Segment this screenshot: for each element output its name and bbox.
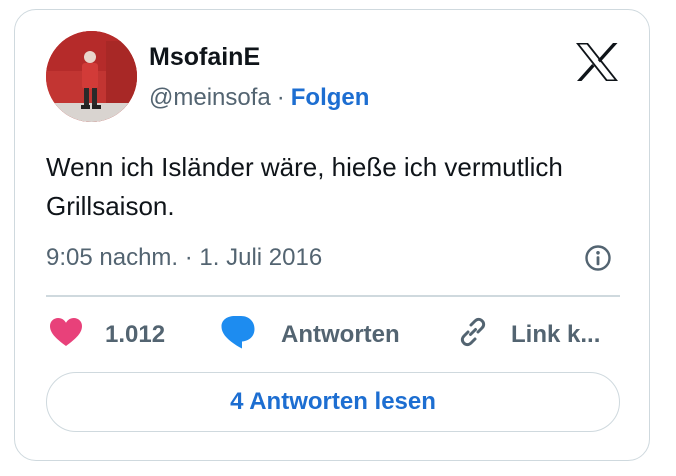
x-logo-icon[interactable] (575, 42, 619, 82)
follow-link[interactable]: Folgen (291, 84, 370, 111)
tweet-text: Wenn ich Isländer wäre, hieße ich vermut… (46, 152, 563, 221)
avatar-image (46, 31, 137, 122)
info-icon[interactable] (583, 243, 613, 273)
link-icon (455, 314, 491, 357)
tweet-card: MsofainE @meinsofa · Folgen Wenn ich Islän… (14, 9, 650, 461)
author-handle[interactable]: @meinsofa (149, 84, 271, 111)
like-count: 1.012 (105, 321, 166, 348)
heart-icon (49, 317, 83, 354)
reply-label: Antworten (281, 321, 400, 348)
speech-bubble-icon (220, 314, 256, 357)
reply-button[interactable]: Antworten (220, 315, 400, 355)
read-replies-label: 4 Antworten lesen (230, 388, 436, 415)
author-handle-row: @meinsofa · Folgen (149, 83, 369, 113)
copy-link-button[interactable]: Link k... (455, 315, 600, 355)
copy-link-label: Link k... (511, 321, 601, 348)
read-replies-button[interactable]: 4 Antworten lesen (46, 372, 620, 432)
avatar[interactable] (46, 31, 137, 122)
like-button[interactable]: 1.012 (49, 315, 165, 355)
divider (46, 295, 620, 297)
separator-dot: · (276, 84, 285, 111)
tweet-timestamp[interactable]: 9:05 nachm. · 1. Juli 2016 (46, 243, 322, 273)
author-display-name[interactable]: MsofainE (149, 42, 260, 72)
